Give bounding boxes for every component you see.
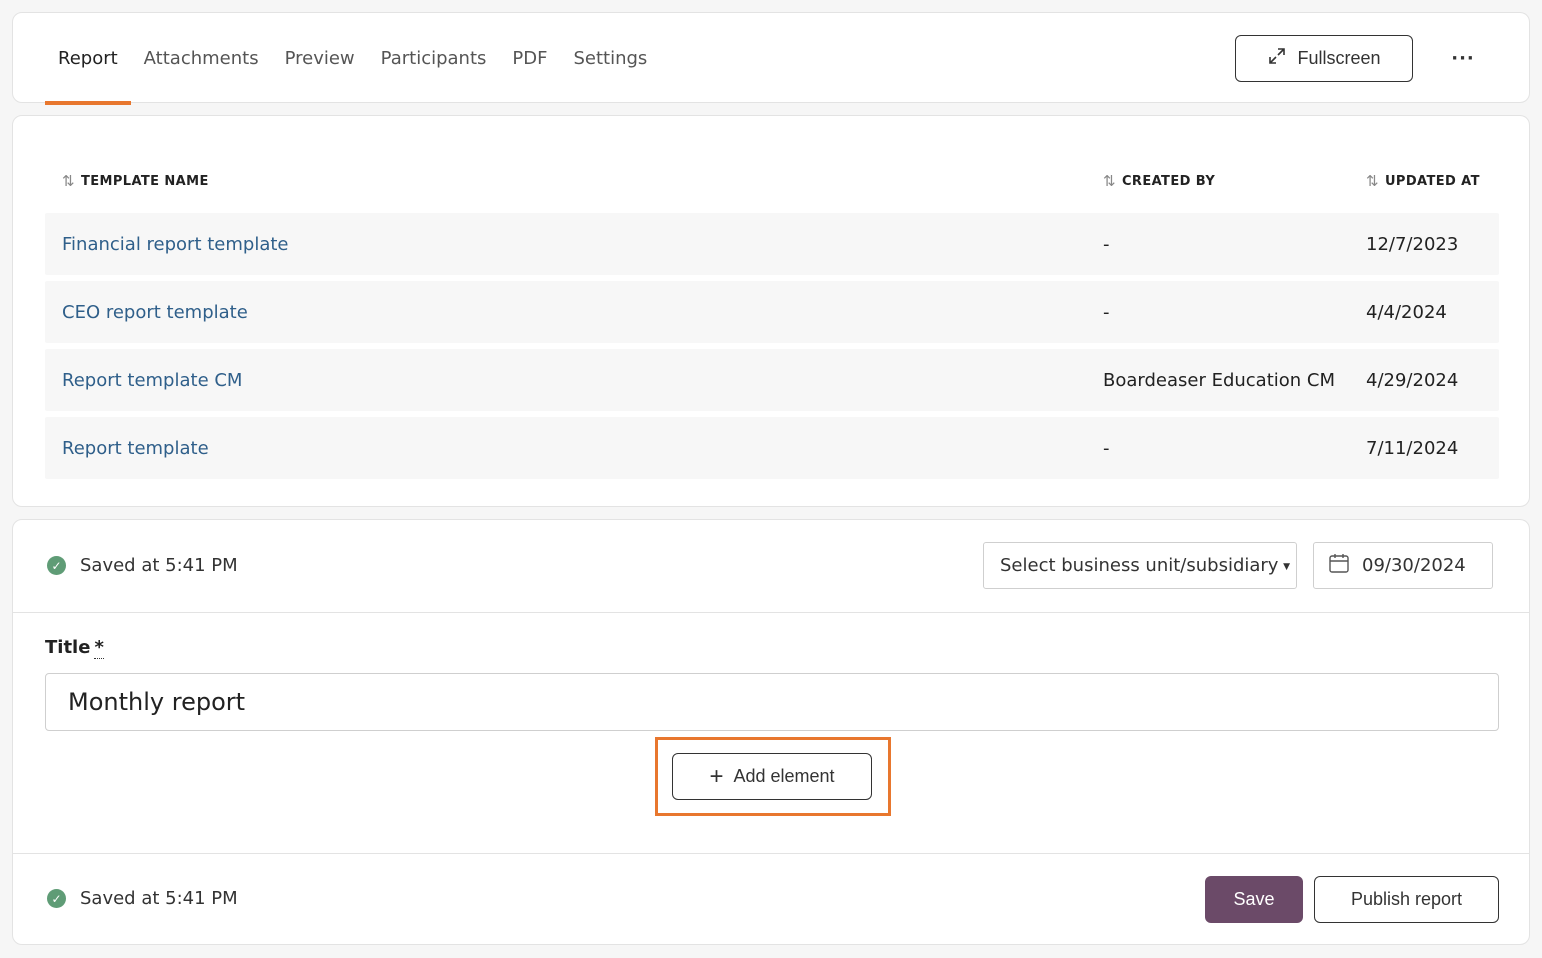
title-label: Title * <box>45 637 104 659</box>
table-header: ⇅ TEMPLATE NAME ⇅ CREATED BY ⇅ UPDATED A… <box>45 164 1499 198</box>
add-element-label: Add element <box>733 766 835 786</box>
templates-table: ⇅ TEMPLATE NAME ⇅ CREATED BY ⇅ UPDATED A… <box>12 115 1530 507</box>
required-marker: * <box>94 637 104 659</box>
add-element-button[interactable]: + Add element <box>672 753 872 800</box>
report-date-picker[interactable]: 09/30/2024 <box>1313 542 1493 589</box>
created-by-cell: - <box>1103 437 1110 459</box>
column-header-template-name[interactable]: ⇅ TEMPLATE NAME <box>62 164 209 198</box>
divider <box>13 853 1529 854</box>
updated-at-cell: 7/11/2024 <box>1366 437 1459 459</box>
template-name-link[interactable]: Report template CM <box>62 349 242 411</box>
fullscreen-label: Fullscreen <box>1297 48 1381 68</box>
tab-settings[interactable]: Settings <box>560 13 660 104</box>
updated-at-cell: 12/7/2023 <box>1366 233 1459 255</box>
template-name-link[interactable]: Report template <box>62 417 209 479</box>
fullscreen-button[interactable]: Fullscreen <box>1235 35 1413 82</box>
sort-icon: ⇅ <box>62 172 75 190</box>
table-row[interactable]: Financial report template - 12/7/2023 <box>45 213 1499 275</box>
tab-bar: Report Attachments Preview Participants … <box>12 12 1530 105</box>
tab-list: Report Attachments Preview Participants … <box>45 13 660 105</box>
title-input[interactable] <box>45 673 1499 731</box>
table-row[interactable]: Report template - 7/11/2024 <box>45 417 1499 479</box>
table-row[interactable]: CEO report template - 4/4/2024 <box>45 281 1499 343</box>
tab-attachments[interactable]: Attachments <box>131 13 272 104</box>
updated-at-cell: 4/29/2024 <box>1366 369 1459 391</box>
business-unit-placeholder: Select business unit/subsidiary <box>1000 555 1279 576</box>
more-options-button[interactable]: ··· <box>1447 43 1479 73</box>
tab-participants[interactable]: Participants <box>368 13 500 104</box>
save-button[interactable]: Save <box>1205 876 1303 923</box>
tab-pdf[interactable]: PDF <box>499 13 560 104</box>
sort-icon: ⇅ <box>1103 172 1116 190</box>
tab-preview[interactable]: Preview <box>272 13 368 104</box>
created-by-cell: - <box>1103 301 1110 323</box>
created-by-cell: Boardeaser Education CM <box>1103 369 1336 391</box>
template-name-link[interactable]: Financial report template <box>62 213 289 275</box>
saved-status-text: Saved at 5:41 PM <box>80 555 238 576</box>
created-by-cell: - <box>1103 233 1110 255</box>
column-header-updated-at[interactable]: ⇅ UPDATED AT <box>1366 164 1480 198</box>
business-unit-select[interactable]: Select business unit/subsidiary ▼ <box>983 542 1297 589</box>
calendar-icon <box>1328 552 1350 579</box>
check-circle-icon: ✓ <box>47 556 66 575</box>
expand-icon <box>1267 46 1287 71</box>
tab-report[interactable]: Report <box>45 13 131 105</box>
plus-icon: + <box>709 762 724 790</box>
divider <box>13 612 1529 613</box>
updated-at-cell: 4/4/2024 <box>1366 301 1447 323</box>
check-circle-icon: ✓ <box>47 889 66 908</box>
caret-down-icon: ▼ <box>1283 562 1290 572</box>
footer-saved-status: ✓ Saved at 5:41 PM <box>47 888 238 909</box>
sort-icon: ⇅ <box>1366 172 1379 190</box>
footer-saved-status-text: Saved at 5:41 PM <box>80 888 238 909</box>
publish-report-button[interactable]: Publish report <box>1314 876 1499 923</box>
column-header-created-by[interactable]: ⇅ CREATED BY <box>1103 164 1215 198</box>
saved-status: ✓ Saved at 5:41 PM <box>47 555 238 576</box>
report-date-value: 09/30/2024 <box>1362 555 1466 576</box>
report-editor: ✓ Saved at 5:41 PM Select business unit/… <box>12 519 1530 945</box>
table-row[interactable]: Report template CM Boardeaser Education … <box>45 349 1499 411</box>
template-name-link[interactable]: CEO report template <box>62 281 248 343</box>
